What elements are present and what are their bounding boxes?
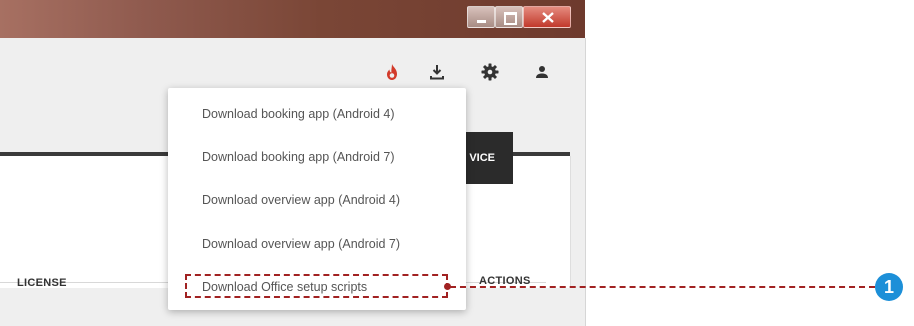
maximize-button[interactable] [495,6,523,28]
close-icon [542,12,554,23]
highlight-box [185,274,448,298]
add-device-label: VICE [469,152,495,164]
menu-item-label: Download booking app (Android 4) [202,107,395,121]
gear-icon [481,63,499,81]
user-icon [536,66,548,78]
download-icon [430,65,444,80]
menu-item-label: Download overview app (Android 7) [202,237,401,251]
menu-item-booking-android-7[interactable]: Download booking app (Android 7) [168,137,466,177]
flame-button[interactable] [380,60,404,84]
account-button[interactable] [530,60,554,84]
menu-item-overview-android-7[interactable]: Download overview app (Android 7) [168,224,466,264]
flame-icon [387,64,397,80]
menu-item-label: Download overview app (Android 4) [202,193,401,207]
window-titlebar [0,0,585,38]
column-header-license[interactable]: LICENSE [17,277,67,289]
menu-item-label: Download booking app (Android 7) [202,150,395,164]
menu-item-overview-android-4[interactable]: Download overview app (Android 4) [168,180,466,220]
download-button[interactable] [425,60,449,84]
menu-item-booking-android-4[interactable]: Download booking app (Android 4) [168,94,466,134]
callout-line [450,286,875,288]
window-edge [585,38,586,326]
minimize-button[interactable] [467,6,495,28]
callout-badge: 1 [875,273,903,301]
settings-button[interactable] [478,60,502,84]
close-button[interactable] [523,6,571,28]
